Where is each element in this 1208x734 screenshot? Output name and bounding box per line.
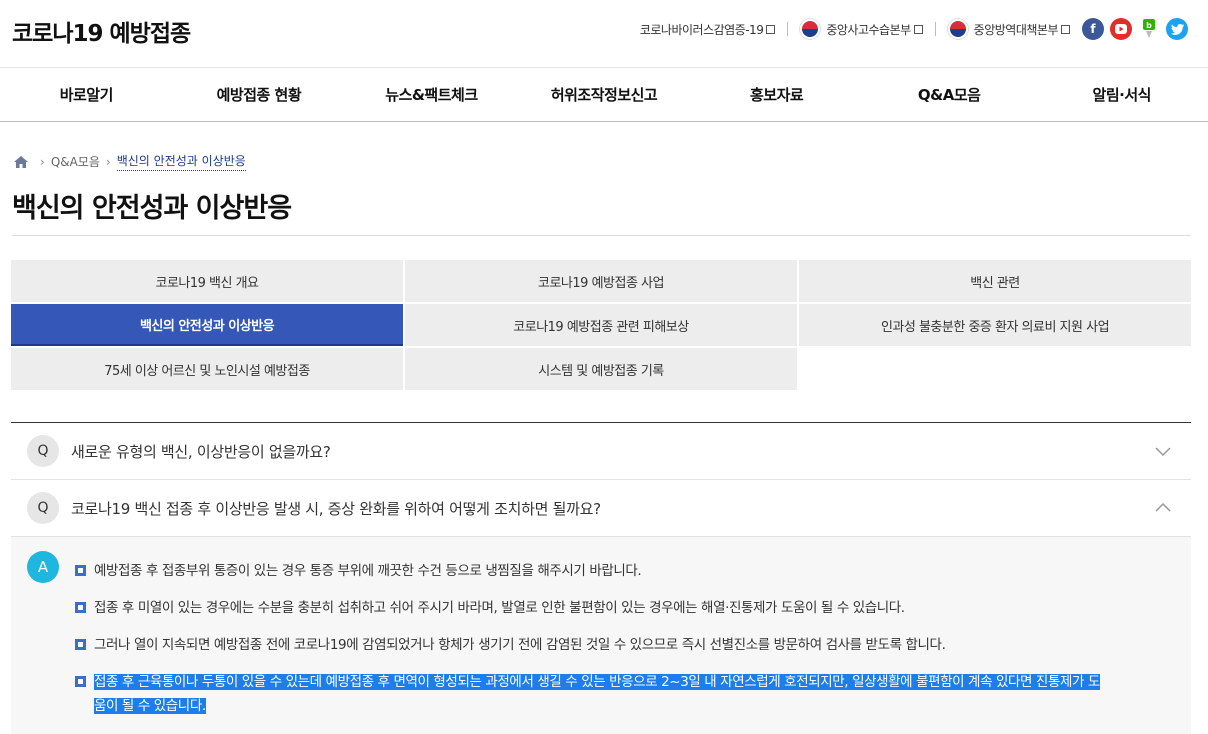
government-emblem-icon: [800, 19, 821, 39]
facebook-icon[interactable]: f: [1082, 18, 1104, 40]
page-title: 백신의 안전성과 이상반응: [12, 193, 292, 224]
new-window-icon: [766, 24, 776, 34]
answer-item-text: 접종 후 미열이 있는 경우에는 수분을 충분히 섭취하고 쉬어 주시기 바라며…: [94, 600, 905, 616]
tab-elderly-vaccination[interactable]: 75세 이상 어르신 및 노인시설 예방접종: [11, 348, 403, 390]
external-link-label: 코로나바이러스감염증-19: [639, 22, 764, 37]
home-icon[interactable]: [14, 155, 28, 168]
faq-list: Q 새로운 유형의 백신, 이상반응이 없을까요? Q 코로나19 백신 접종 …: [11, 422, 1191, 734]
answer-list: 예방접종 후 접종부위 통증이 있는 경우 통증 부위에 깨끗한 수건 등으로 …: [75, 559, 1191, 718]
answer-item-text: 접종 후 근육통이나 두통이 있을 수 있는데 예방접종 후 면역이 형성되는 …: [94, 674, 1100, 714]
nav-item-report[interactable]: 허위조작정보신고: [518, 68, 691, 121]
external-link-label: 중앙방역대책본부: [973, 22, 1059, 37]
tab-vaccination-program[interactable]: 코로나19 예방접종 사업: [405, 260, 797, 302]
question-badge: Q: [27, 435, 59, 467]
nav-item-promo[interactable]: 홍보자료: [690, 68, 863, 121]
external-links: 코로나바이러스감염증-19 중앙사고수습본부 중앙방역대책본부 f b: [640, 16, 1188, 42]
divider: [934, 22, 936, 36]
tab-vaccine-overview[interactable]: 코로나19 백신 개요: [11, 260, 403, 302]
breadcrumb-current: 백신의 안전성과 이상반응: [116, 152, 246, 171]
nav-item-news[interactable]: 뉴스&팩트체크: [345, 68, 518, 121]
divider: [12, 235, 1191, 236]
divider: [787, 22, 789, 36]
faq-answer-panel: A 예방접종 후 접종부위 통증이 있는 경우 통증 부위에 깨끗한 수건 등으…: [11, 537, 1191, 734]
breadcrumb: › Q&A모음 › 백신의 안전성과 이상반응: [14, 152, 246, 171]
youtube-icon[interactable]: [1110, 18, 1132, 40]
question-badge: Q: [27, 492, 59, 524]
answer-item: 그러나 열이 지속되면 예방접종 전에 코로나19에 감염되었거나 항체가 생기…: [75, 633, 1191, 657]
square-bullet-icon: [75, 639, 86, 650]
tab-safety-adverse-reactions[interactable]: 백신의 안전성과 이상반응: [11, 304, 403, 346]
external-link-covid19[interactable]: 코로나바이러스감염증-19: [640, 21, 776, 38]
question-text: 코로나19 백신 접종 후 이상반응 발생 시, 증상 완화를 위하여 어떻게 …: [71, 499, 601, 518]
nav-item-notice[interactable]: 알림·서식: [1035, 68, 1208, 121]
tab-empty-slot: [799, 348, 1191, 390]
site-title[interactable]: 코로나19 예방접종: [12, 14, 191, 48]
tab-vaccine-related[interactable]: 백신 관련: [799, 260, 1191, 302]
answer-item-text: 그러나 열이 지속되면 예방접종 전에 코로나19에 감염되었거나 항체가 생기…: [94, 637, 946, 653]
chevron-down-icon[interactable]: [1155, 443, 1171, 459]
question-text: 새로운 유형의 백신, 이상반응이 없을까요?: [71, 442, 331, 461]
government-emblem-icon: [947, 19, 968, 39]
answer-item-text: 예방접종 후 접종부위 통증이 있는 경우 통증 부위에 깨끗한 수건 등으로 …: [94, 563, 642, 579]
new-window-icon: [1061, 24, 1070, 34]
category-tabs: 코로나19 백신 개요 코로나19 예방접종 사업 백신 관련 백신의 안전성과…: [11, 260, 1191, 390]
site-header: 코로나19 예방접종 코로나바이러스감염증-19 중앙사고수습본부 중앙방역대책…: [0, 0, 1208, 68]
nav-item-about[interactable]: 바로알기: [0, 68, 173, 121]
nav-item-qna[interactable]: Q&A모음: [863, 68, 1036, 121]
chevron-right-icon: ›: [40, 154, 45, 169]
nav-item-status[interactable]: 예방접종 현황: [173, 68, 346, 121]
svg-text:b: b: [1146, 21, 1152, 30]
square-bullet-icon: [75, 602, 86, 613]
new-window-icon: [913, 24, 923, 34]
chevron-up-icon[interactable]: [1155, 500, 1171, 516]
main-navigation: 바로알기 예방접종 현황 뉴스&팩트체크 허위조작정보신고 홍보자료 Q&A모음…: [0, 68, 1208, 122]
tab-medical-support[interactable]: 인과성 불충분한 중증 환자 의료비 지원 사업: [799, 304, 1191, 346]
tab-system-records[interactable]: 시스템 및 예방접종 기록: [405, 348, 797, 390]
square-bullet-icon: [75, 676, 86, 687]
chevron-right-icon: ›: [105, 154, 111, 169]
sns-links: f b: [1082, 18, 1188, 40]
answer-badge: A: [27, 551, 59, 583]
answer-item: 예방접종 후 접종부위 통증이 있는 경우 통증 부위에 깨끗한 수건 등으로 …: [75, 559, 1191, 583]
external-link-cdscc[interactable]: 중앙사고수습본부: [800, 19, 923, 39]
external-link-label: 중앙사고수습본부: [826, 22, 911, 37]
square-bullet-icon: [75, 565, 86, 576]
twitter-icon[interactable]: [1166, 18, 1188, 40]
answer-item-selected: 접종 후 근육통이나 두통이 있을 수 있는데 예방접종 후 면역이 형성되는 …: [75, 670, 1191, 718]
breadcrumb-item-qna[interactable]: Q&A모음: [51, 153, 100, 170]
faq-question-row[interactable]: Q 새로운 유형의 백신, 이상반응이 없을까요?: [11, 423, 1191, 480]
external-link-cdsch[interactable]: 중앙방역대책본부: [947, 19, 1070, 39]
tab-compensation[interactable]: 코로나19 예방접종 관련 피해보상: [405, 304, 797, 346]
answer-item: 접종 후 미열이 있는 경우에는 수분을 충분히 섭취하고 쉬어 주시기 바라며…: [75, 596, 1191, 620]
blog-icon[interactable]: b: [1138, 18, 1160, 40]
faq-question-row[interactable]: Q 코로나19 백신 접종 후 이상반응 발생 시, 증상 완화를 위하여 어떻…: [11, 480, 1191, 537]
